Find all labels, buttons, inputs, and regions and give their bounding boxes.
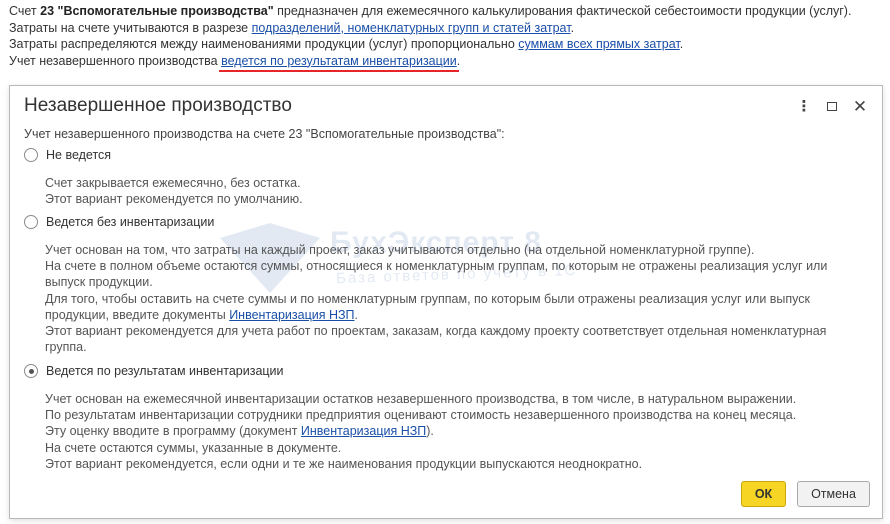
- options-heading: Учет незавершенного производства на счет…: [24, 127, 505, 141]
- intro-line-4: Учет незавершенного производства ведется…: [9, 53, 461, 72]
- dialog-title: Незавершенное производство: [24, 95, 292, 116]
- radio-by-inventory[interactable]: [24, 364, 38, 378]
- radio-without-inventory[interactable]: [24, 215, 38, 229]
- option-label: Ведется без инвентаризации: [46, 215, 215, 229]
- ok-button[interactable]: ОК: [741, 481, 786, 507]
- intro-line-2: Затраты на счете учитываются в разрезе п…: [9, 20, 575, 35]
- maximize-icon[interactable]: [818, 96, 846, 116]
- cancel-button[interactable]: Отмена: [797, 481, 870, 507]
- option-by-inventory-desc: Учет основан на ежемесячной инвентаризац…: [45, 392, 797, 471]
- option-without-inventory-desc: Учет основан на том, что затраты на кажд…: [45, 243, 828, 355]
- intro-text: Счет 23 "Вспомогательные производства" п…: [9, 3, 884, 72]
- option-not-tracked[interactable]: Не ведется: [24, 148, 111, 162]
- option-label: Не ведется: [46, 148, 112, 162]
- more-vertical-icon[interactable]: ⋮: [790, 96, 818, 116]
- option-not-tracked-desc: Счет закрывается ежемесячно, без остатка…: [45, 176, 303, 207]
- intro-line-3: Затраты распределяются между наименовани…: [9, 37, 684, 51]
- close-icon[interactable]: ✕: [846, 96, 874, 116]
- distribution-base-link[interactable]: суммам всех прямых затрат: [518, 37, 679, 51]
- wip-dialog: Незавершенное производство ⋮ ✕ Учет неза…: [9, 85, 883, 519]
- intro-line-1: Счет 23 "Вспомогательные производства" п…: [9, 4, 852, 18]
- radio-not-tracked[interactable]: [24, 148, 38, 162]
- option-without-inventory[interactable]: Ведется без инвентаризации: [24, 215, 214, 229]
- account-name: 23 "Вспомогательные производства": [40, 4, 274, 18]
- option-by-inventory[interactable]: Ведется по результатам инвентаризации: [24, 364, 284, 378]
- window-controls: ⋮ ✕: [790, 96, 874, 116]
- inventory-wip-link[interactable]: Инвентаризация НЗП: [229, 308, 354, 322]
- wip-mode-link[interactable]: ведется по результатам инвентаризации: [219, 53, 459, 72]
- analytics-link[interactable]: подразделений, номенклатурных групп и ст…: [252, 21, 571, 35]
- option-label: Ведется по результатам инвентаризации: [46, 364, 284, 378]
- inventory-wip-link[interactable]: Инвентаризация НЗП: [301, 424, 426, 438]
